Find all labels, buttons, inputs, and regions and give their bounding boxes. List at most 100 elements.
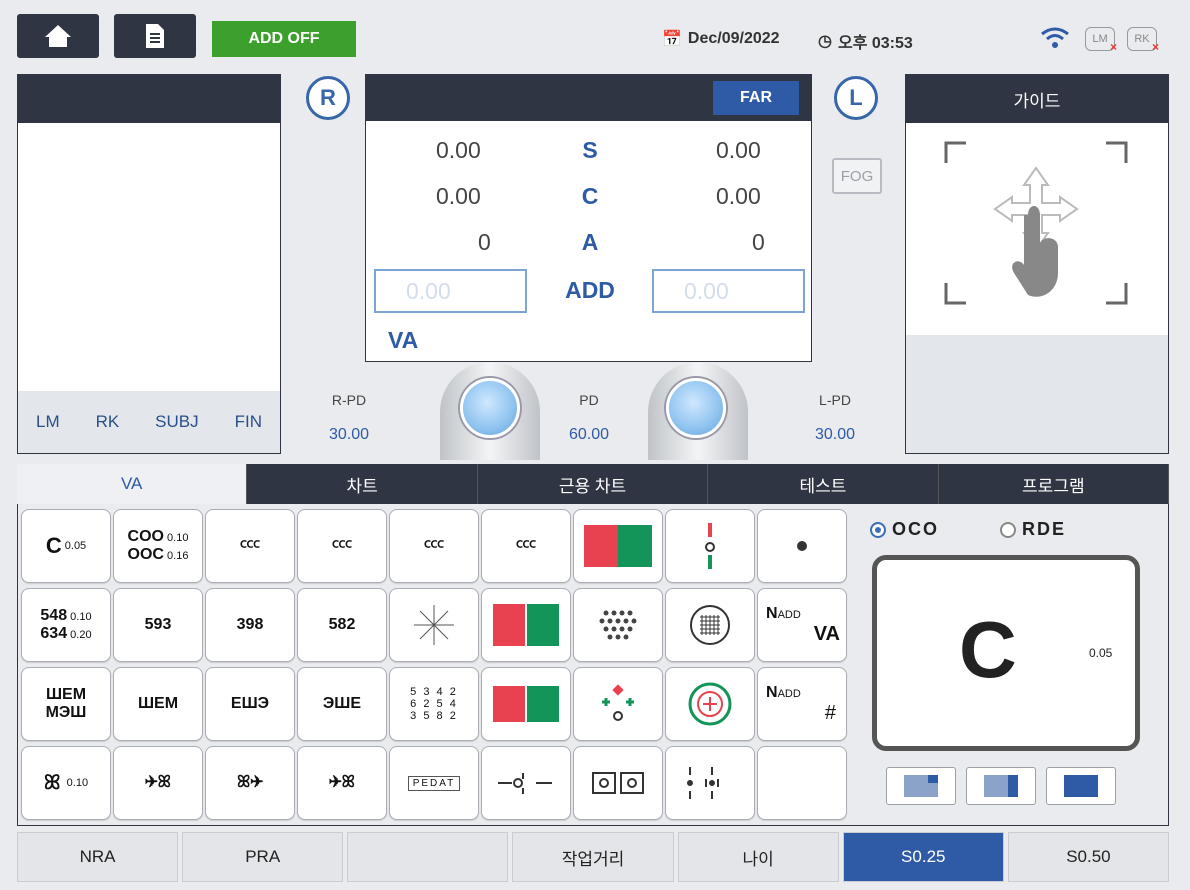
right-axis-value[interactable]: 0 [478,229,491,256]
chart-color-vision[interactable] [481,588,571,662]
chart-letters-100[interactable]: ЭШE [297,667,387,741]
right-add-input[interactable]: 0.00 [374,269,527,313]
chart-c-row-020[interactable]: ꟲꟲꟲ [205,509,295,583]
left-axis-value[interactable]: 0 [752,229,765,256]
step-050-button[interactable]: S0.50 [1007,832,1169,882]
fog-button[interactable]: FOG [832,158,882,194]
pra-button[interactable]: PRA [182,832,344,882]
tab-test[interactable]: 테스트 [708,464,939,504]
chart-fixation-cross[interactable] [665,667,755,741]
source-lm[interactable]: LM [36,412,60,432]
butterfly-icon: ꕤ [43,771,61,794]
time-text: 오후 03:53 [837,35,913,52]
source-fin[interactable]: FIN [235,412,262,432]
chart-butterfly-010[interactable]: ꕤ 0.10 [21,746,111,820]
layout-grid-button-2[interactable] [966,767,1036,805]
pedat-text: PEDAT [407,775,461,791]
left-cylinder-value[interactable]: 0.00 [716,183,761,210]
tab-va[interactable]: VA [17,464,248,504]
layout-grid-button-1[interactable] [886,767,956,805]
right-pd-label: R-PD [331,392,367,408]
chart-letters-010[interactable]: ШEМ МЭШ [21,667,111,741]
left-eye-button[interactable]: L [834,76,878,120]
cell-value: 0.20 [70,629,92,641]
disconnected-icon: × [1109,40,1117,54]
va-label: VA [813,622,840,645]
source-tabs: LM RK SUBJ FIN [18,391,280,453]
source-subj[interactable]: SUBJ [155,412,198,432]
function-bar: NRA PRA 작업거리 나이 S0.25 S0.50 [17,832,1169,882]
chart-pedat[interactable]: PEDAT [389,746,479,820]
step-025-button[interactable]: S0.25 [842,832,1004,882]
radio-unselected-icon [1000,521,1016,538]
cell-value: 0.16 [167,550,189,562]
chart-animals-020[interactable]: ✈ꕤ [113,746,203,820]
chart-horizontal-alignment[interactable] [481,746,571,820]
chart-n-add-grid[interactable]: NADD # [757,667,847,741]
layout-grid-button-3[interactable] [1046,767,1116,805]
cell-letters: МЭШ [45,704,87,721]
chart-animals-070[interactable]: ✈ꕤ [297,746,387,820]
chart-astigmatism-dial[interactable] [389,588,479,662]
age-button[interactable]: 나이 [677,832,839,882]
source-rk[interactable]: RK [96,412,120,432]
chart-number-030[interactable]: 593 [113,588,203,662]
chart-n-add-va[interactable]: NADD VA [757,588,847,662]
chart-vertical-bars[interactable] [665,746,755,820]
working-distance-button[interactable]: 작업거리 [512,832,674,882]
option-rde-label: RDE [1022,519,1067,539]
chart-letters-030[interactable]: ШEМ [113,667,203,741]
hash-grid-icon: # [824,701,836,724]
chart-c-005[interactable]: C 0.05 [21,509,111,583]
left-add-input[interactable]: 0.00 [652,269,805,313]
right-pd-value[interactable]: 30.00 [309,426,389,444]
nra-button[interactable]: NRA [17,832,179,882]
pd-value[interactable]: 60.00 [549,426,629,444]
chart-number-060[interactable]: 398 [205,588,295,662]
cell-value: 0.05 [64,540,87,552]
chart-digit-lines[interactable]: 5 3 4 26 2 5 43 5 8 2 [389,667,479,741]
empty-button[interactable] [347,832,509,882]
chart-c-row-050[interactable]: ꟲꟲꟲ [297,509,387,583]
chart-animals-040[interactable]: ꕤ✈ [205,746,295,820]
left-sphere-value[interactable]: 0.00 [716,137,761,164]
disconnected-icon: × [1151,40,1159,54]
chart-dot[interactable] [757,509,847,583]
right-sphere-value[interactable]: 0.00 [436,137,481,164]
chart-grid-circle[interactable] [665,588,755,662]
right-eye-button[interactable]: R [306,76,350,120]
chart-number-010[interactable]: 548 0.10 634 0.20 [21,588,111,662]
date-display: 📅 Dec/09/2022 [662,29,780,49]
chart-coo-010[interactable]: COO 0.10 OOC 0.16 [113,509,203,583]
right-cylinder-value[interactable]: 0.00 [436,183,481,210]
grid-layout-icon [984,775,1018,797]
digit-line: 3 5 8 2 [410,710,458,722]
chart-red-green[interactable] [573,509,663,583]
wifi-icon [1041,27,1069,48]
chart-empty-slot[interactable] [757,746,847,820]
chart-letters-060[interactable]: EШЭ [205,667,295,741]
animals-icon: ✈ꕤ [145,774,171,791]
tab-program[interactable]: 프로그램 [939,464,1170,504]
option-oco[interactable]: OCO [870,519,939,540]
axis-label: A [581,229,599,255]
add-toggle-button[interactable]: ADD OFF [212,21,356,57]
chart-square-targets[interactable] [573,746,663,820]
home-button[interactable] [17,14,99,58]
chart-number-090[interactable]: 582 [297,588,387,662]
chart-c-row-120[interactable]: ꟲꟲꟲ [481,509,571,583]
document-button[interactable] [114,14,196,58]
lm-status-badge: LM × [1085,27,1117,54]
bar-dot-icon [687,767,719,799]
chart-red-green-numbers[interactable] [481,667,571,741]
chart-worth-four-dot[interactable] [573,667,663,741]
distance-mode-button[interactable]: FAR [713,81,799,115]
chart-dot-pattern[interactable] [573,588,663,662]
preview-value: 0.05 [1089,646,1113,660]
option-rde[interactable]: RDE [1000,519,1066,540]
left-pd-value[interactable]: 30.00 [795,426,875,444]
tab-chart[interactable]: 차트 [247,464,478,504]
chart-c-row-080[interactable]: ꟲꟲꟲ [389,509,479,583]
chart-vertical-alignment[interactable] [665,509,755,583]
tab-near-chart[interactable]: 근용 차트 [478,464,709,504]
